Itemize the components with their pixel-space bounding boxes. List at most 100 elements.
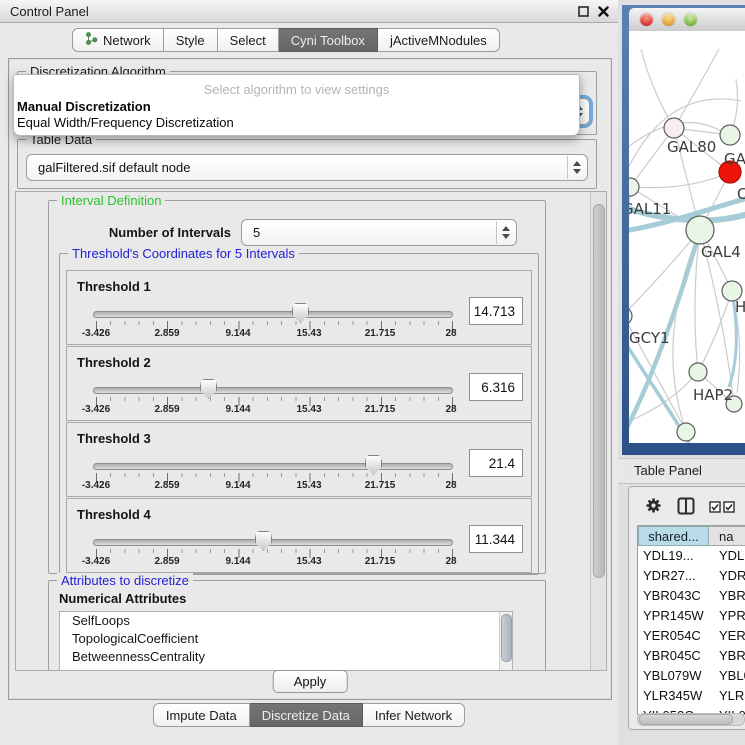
threshold-1-slider-thumb[interactable] bbox=[292, 303, 309, 323]
list-item[interactable]: BetweennessCentrality bbox=[60, 648, 512, 666]
table-cell[interactable]: YDR2 bbox=[709, 566, 745, 586]
split-table-icon[interactable] bbox=[677, 497, 695, 520]
node-label-gal11: GAL11 bbox=[629, 200, 671, 218]
tab-network[interactable]: Network bbox=[72, 28, 164, 52]
threshold-2-slider[interactable]: -3.426 2.859 9.144 15.43 21.715 28 bbox=[67, 347, 467, 420]
attributes-list-scrollbar-thumb[interactable] bbox=[501, 614, 512, 662]
tab-select[interactable]: Select bbox=[218, 28, 279, 52]
tick-label: 15.43 bbox=[296, 328, 321, 339]
tab-discretize-data[interactable]: Discretize Data bbox=[250, 703, 363, 727]
tick-label: 28 bbox=[445, 404, 456, 415]
table-cell[interactable]: YER0 bbox=[709, 626, 745, 646]
threshold-4-slider-thumb[interactable] bbox=[255, 531, 272, 551]
number-of-intervals-value: 5 bbox=[253, 225, 260, 240]
table-data-combobox-stepper[interactable] bbox=[567, 156, 586, 179]
tab-infer-network[interactable]: Infer Network bbox=[363, 703, 465, 727]
gear-icon[interactable] bbox=[645, 497, 662, 519]
table-cell[interactable]: YER054C bbox=[638, 626, 709, 646]
top-tab-bar: Network Style Select Cyni Toolbox jActiv… bbox=[72, 28, 500, 52]
table-cell[interactable]: YBR0 bbox=[709, 646, 745, 666]
table-row[interactable]: YDL19...YDL1 bbox=[638, 546, 745, 566]
control-panel: Control Panel bbox=[0, 0, 618, 745]
table-cell[interactable]: YPR145W bbox=[638, 606, 709, 626]
table-row[interactable]: YPR145WYPR1 bbox=[638, 606, 745, 626]
table-cell[interactable]: YDL1 bbox=[709, 546, 745, 566]
network-window-titlebar[interactable] bbox=[629, 8, 745, 32]
table-horizontal-scrollbar-thumb[interactable] bbox=[639, 714, 733, 725]
threshold-3-value-field[interactable] bbox=[469, 449, 523, 477]
table-cell[interactable]: YBR045C bbox=[638, 646, 709, 666]
threshold-3-slider-track[interactable] bbox=[93, 463, 453, 470]
threshold-1-slider[interactable]: -3.426 2.859 9.144 15.43 21.715 28 bbox=[67, 271, 467, 344]
threshold-4-slider-track[interactable] bbox=[93, 539, 453, 546]
tab-style[interactable]: Style bbox=[164, 28, 218, 52]
node-gal11[interactable] bbox=[629, 178, 639, 196]
algorithm-option-equal-width[interactable]: Equal Width/Frequency Discretization bbox=[17, 115, 234, 130]
table-cell[interactable]: YDR27... bbox=[638, 566, 709, 586]
table-row[interactable]: YLR345WYLR3 bbox=[638, 686, 745, 706]
node-gcy1[interactable] bbox=[629, 307, 632, 325]
table-cell[interactable]: YBL0 bbox=[709, 666, 745, 686]
table-cell[interactable]: YPR1 bbox=[709, 606, 745, 626]
threshold-1-slider-track[interactable] bbox=[93, 311, 453, 318]
column-header-shared-name[interactable]: shared... bbox=[638, 526, 709, 546]
float-window-icon[interactable] bbox=[576, 4, 590, 18]
threshold-4-value-field[interactable] bbox=[469, 525, 523, 553]
threshold-2-slider-thumb[interactable] bbox=[200, 379, 217, 399]
table-row[interactable]: YDR27...YDR2 bbox=[638, 566, 745, 586]
screen: Control Panel bbox=[0, 0, 745, 745]
threshold-1-value-field[interactable] bbox=[469, 297, 523, 325]
table-cell[interactable]: YLR345W bbox=[638, 686, 709, 706]
number-of-intervals-stepper[interactable] bbox=[496, 221, 515, 244]
zoom-traffic-light-button[interactable] bbox=[684, 13, 697, 26]
table-cell[interactable]: YBR0 bbox=[709, 586, 745, 606]
table-panel-title: Table Panel bbox=[634, 463, 702, 478]
minimize-traffic-light-button[interactable] bbox=[662, 13, 675, 26]
column-header-name[interactable]: na bbox=[709, 526, 745, 546]
threshold-3-slider-thumb[interactable] bbox=[365, 455, 382, 475]
apply-button[interactable]: Apply bbox=[273, 670, 348, 693]
numerical-attributes-list[interactable]: SelfLoops TopologicalCoefficient Between… bbox=[59, 611, 513, 671]
table-cell[interactable]: YLR3 bbox=[709, 686, 745, 706]
tab-jactivemnodules[interactable]: jActiveMNodules bbox=[378, 28, 500, 52]
table-row[interactable]: YBR043CYBR0 bbox=[638, 586, 745, 606]
node-label-gcy1: GCY1 bbox=[629, 329, 670, 347]
settings-vertical-scrollbar[interactable] bbox=[590, 192, 606, 670]
node-gal4[interactable] bbox=[686, 216, 714, 244]
node-gal80[interactable] bbox=[664, 118, 684, 138]
table-cell[interactable]: YDL19... bbox=[638, 546, 709, 566]
threshold-4-slider[interactable]: -3.426 2.859 9.144 15.43 21.715 28 bbox=[67, 499, 467, 572]
tick-label: 2.859 bbox=[154, 556, 179, 567]
node-hap2[interactable] bbox=[689, 363, 707, 381]
algorithm-placeholder: Select algorithm to view settings bbox=[14, 82, 579, 97]
table-cell[interactable]: YBR043C bbox=[638, 586, 709, 606]
table-row[interactable]: YBL079WYBL0 bbox=[638, 666, 745, 686]
checkbox-icon[interactable] bbox=[723, 500, 735, 518]
close-traffic-light-button[interactable] bbox=[640, 13, 653, 26]
table-row[interactable]: YBR045CYBR0 bbox=[638, 646, 745, 666]
thresholds-group-title: Threshold's Coordinates for 5 Intervals bbox=[68, 246, 299, 261]
node-label-h-partial: H bbox=[735, 298, 745, 316]
node-partial-bottom[interactable] bbox=[677, 423, 695, 441]
number-of-intervals-combobox[interactable]: 5 bbox=[241, 219, 517, 246]
checkbox-icon[interactable] bbox=[709, 500, 721, 518]
threshold-3-slider[interactable]: -3.426 2.859 9.144 15.43 21.715 28 bbox=[67, 423, 467, 496]
network-canvas[interactable]: GAL80 GA C GAL11 GAL4 GCY1 H HAP2 bbox=[629, 31, 745, 443]
node-partial-top-right[interactable] bbox=[720, 125, 740, 145]
table-horizontal-scrollbar[interactable] bbox=[637, 713, 745, 726]
close-icon[interactable] bbox=[596, 4, 610, 18]
tab-impute-data[interactable]: Impute Data bbox=[153, 703, 250, 727]
list-item[interactable]: TopologicalCoefficient bbox=[60, 630, 512, 648]
threshold-2-slider-track[interactable] bbox=[93, 387, 453, 394]
table-data-group: Table Data galFiltered.sif default node bbox=[17, 139, 597, 189]
settings-vertical-scrollbar-thumb[interactable] bbox=[593, 204, 605, 578]
tab-cyni-toolbox[interactable]: Cyni Toolbox bbox=[279, 28, 378, 52]
table-cell[interactable]: YBL079W bbox=[638, 666, 709, 686]
table-row[interactable]: YER054CYER0 bbox=[638, 626, 745, 646]
algorithm-option-manual[interactable]: Manual Discretization bbox=[17, 99, 151, 114]
threshold-2-value-field[interactable] bbox=[469, 373, 523, 401]
attributes-list-scrollbar[interactable] bbox=[499, 612, 512, 671]
node-attribute-table: shared... na YDL19...YDL1 YDR27...YDR2 Y… bbox=[637, 525, 745, 715]
list-item[interactable]: SelfLoops bbox=[60, 612, 512, 630]
table-data-combobox[interactable]: galFiltered.sif default node bbox=[26, 154, 588, 181]
